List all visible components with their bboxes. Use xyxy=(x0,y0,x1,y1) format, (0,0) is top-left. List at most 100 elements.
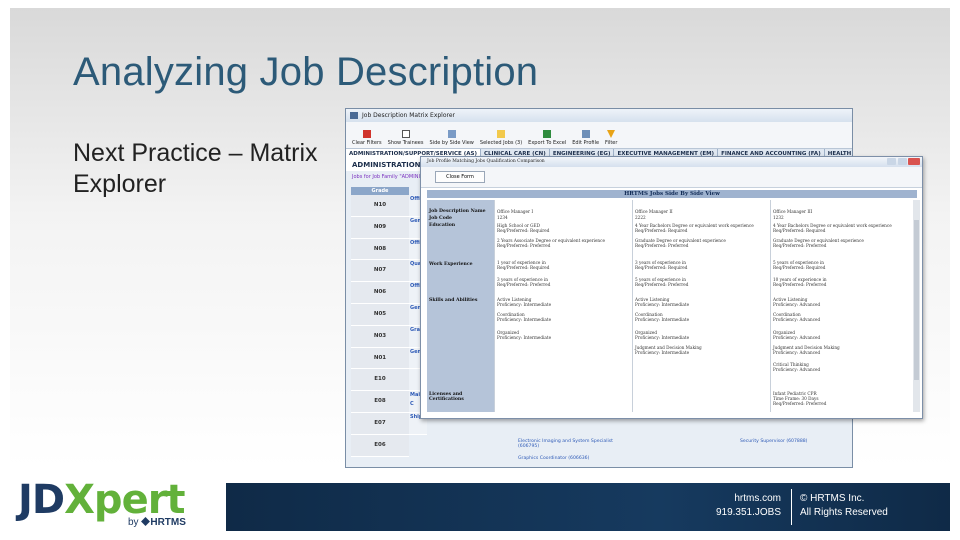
job-compare-column-2: Office Manager II 2222 4 Year Bachelors … xyxy=(632,200,771,412)
cell-text: Req/Preferred: Required xyxy=(773,265,826,270)
cell-text: Office Manager I xyxy=(497,209,534,214)
row-label: Job Code xyxy=(429,216,452,221)
selected-jobs-button[interactable]: Selected Jobs (3) xyxy=(480,130,522,148)
maximize-button[interactable] xyxy=(898,158,907,165)
excel-icon xyxy=(543,130,552,138)
cell-text: Office Manager II xyxy=(635,209,673,214)
popup-title: Job Profile Matching Jobs Qualification … xyxy=(427,159,545,164)
row-label: Skills and Abilities xyxy=(429,298,478,303)
footer-contact: hrtms.com 919.351.JOBS xyxy=(716,492,781,520)
cell-text: Office Manager III xyxy=(773,209,813,214)
job-link[interactable]: Graphics Coordinator (606636) xyxy=(518,456,589,461)
filter-button[interactable]: Filter xyxy=(605,130,617,148)
show-trainees-button[interactable]: Show Trainees xyxy=(388,130,424,148)
edit-profile-button[interactable]: Edit Profile xyxy=(572,130,599,148)
side-by-side-popup: Job Profile Matching Jobs Qualification … xyxy=(420,156,923,419)
grade-column: Grade N10 N09 N08 N07 N06 N05 N03 N01 E1… xyxy=(351,187,409,457)
grade-cell: N01 xyxy=(351,347,409,370)
popup-titlebar: Job Profile Matching Jobs Qualification … xyxy=(421,157,922,167)
vertical-scrollbar[interactable] xyxy=(913,200,920,412)
job-compare-column-1: Office Manager I 1234 High School or GED… xyxy=(494,200,633,412)
logo-jd-part: JD xyxy=(18,477,65,523)
cell-text: Proficiency: Intermediate xyxy=(635,317,690,322)
cell-text: Proficiency: Intermediate xyxy=(497,302,552,307)
app-icon xyxy=(350,112,358,119)
slide-title: Analyzing Job Description xyxy=(73,50,539,94)
filter-funnel-icon xyxy=(607,130,616,138)
cell-text: Req/Preferred: Required xyxy=(497,228,550,233)
cell-text: Req/Preferred: Preferred xyxy=(497,282,551,287)
footer-website[interactable]: hrtms.com xyxy=(716,492,781,506)
checkbox-icon xyxy=(401,130,410,138)
cell-text: Req/Preferred: Preferred xyxy=(635,243,689,248)
footer-copyright: © HRTMS Inc. All Rights Reserved xyxy=(800,492,888,520)
close-window-button[interactable] xyxy=(908,158,920,165)
row-label: Work Experience xyxy=(429,262,473,267)
footer-rights-line: All Rights Reserved xyxy=(800,507,888,518)
cell-text: Proficiency: Advanced xyxy=(773,350,821,355)
minimize-button[interactable] xyxy=(887,158,896,165)
cell-text: Proficiency: Advanced xyxy=(773,367,821,372)
cell-text: Req/Preferred: Required xyxy=(497,265,550,270)
grade-cell: E10 xyxy=(351,369,409,392)
row-label: Job Description Name xyxy=(429,209,486,214)
cell-text: Proficiency: Intermediate xyxy=(497,335,552,340)
cell-text: Proficiency: Intermediate xyxy=(635,350,690,355)
grade-cell: N09 xyxy=(351,216,409,239)
cell-text: Proficiency: Intermediate xyxy=(635,335,690,340)
selected-jobs-icon xyxy=(497,130,506,138)
grade-header: Grade xyxy=(351,187,409,195)
cell-text: Proficiency: Intermediate xyxy=(497,317,552,322)
cell-text: Req/Preferred: Required xyxy=(635,265,688,270)
popup-toolbar: Close Form xyxy=(421,167,922,188)
footer-divider xyxy=(791,489,792,525)
footer-phone: 919.351.JOBS xyxy=(715,507,781,518)
window-titlebar: Job Description Matrix Explorer xyxy=(346,109,852,122)
cell-text: Proficiency: Advanced xyxy=(773,335,821,340)
cell-text: Proficiency: Advanced xyxy=(773,317,821,322)
logo-byline: by HRTMS xyxy=(128,517,186,528)
grade-cell: N07 xyxy=(351,260,409,283)
grade-cell: E07 xyxy=(351,412,409,435)
hrtms-mark-icon xyxy=(141,517,151,526)
edit-profile-icon xyxy=(581,130,590,138)
cell-text: 2222 xyxy=(635,215,646,220)
grade-cell: N05 xyxy=(351,303,409,326)
job-compare-column-3: Office Manager III 1232 4 Year Bachelors… xyxy=(770,200,911,412)
grade-cell: N08 xyxy=(351,238,409,261)
cell-text: Req/Preferred: Required xyxy=(773,228,826,233)
cell-text: Req/Preferred: Required xyxy=(635,228,688,233)
job-link[interactable]: Security Supervisor (607888) xyxy=(740,439,807,444)
window-title: Job Description Matrix Explorer xyxy=(362,112,456,119)
side-by-side-header: HRTMS Jobs Side By Side View xyxy=(427,190,917,198)
cell-text: Req/Preferred: Preferred xyxy=(497,243,551,248)
row-label: Licenses and Certifications xyxy=(429,392,464,402)
footer-bar: hrtms.com 919.351.JOBS © HRTMS Inc. All … xyxy=(226,483,950,531)
cell-text: Req/Preferred: Preferred xyxy=(635,282,689,287)
cell-text: 1234 xyxy=(497,215,508,220)
clear-filters-icon xyxy=(362,130,371,138)
footer-copyright-line: © HRTMS Inc. xyxy=(800,493,865,504)
scrollbar-thumb[interactable] xyxy=(914,220,919,380)
side-by-side-button[interactable]: Side by Side View xyxy=(430,130,474,148)
job-link[interactable]: Electronic Imaging and System Specialist… xyxy=(518,439,628,449)
grade-cell: E06 xyxy=(351,434,409,457)
cell-text: Req/Preferred: Preferred xyxy=(773,282,827,287)
row-label: Education xyxy=(429,223,456,228)
cell-text: Req/Preferred: Preferred xyxy=(773,243,827,248)
close-form-button[interactable]: Close Form xyxy=(435,171,485,183)
job-family-line: Jobs for Job Family "ADMINIS xyxy=(352,174,424,180)
export-excel-button[interactable]: Export To Excel xyxy=(528,130,566,148)
grade-cell: E08 xyxy=(351,391,409,413)
cell-text: Req/Preferred: Preferred xyxy=(773,401,827,406)
row-label-column: Job Description Name Job Code Education … xyxy=(427,200,494,412)
clear-filters-button[interactable]: Clear Filters xyxy=(352,130,382,148)
grade-cell: N10 xyxy=(351,195,409,217)
logo-wordmark: JDXpert xyxy=(18,477,186,523)
jdxpert-logo: JDXpert by HRTMS xyxy=(18,478,218,534)
cell-text: Proficiency: Intermediate xyxy=(635,302,690,307)
side-by-side-icon xyxy=(447,130,456,138)
grade-cell: N06 xyxy=(351,282,409,304)
toolbar: Clear Filters Show Trainees Side by Side… xyxy=(346,122,852,149)
slide-subtitle: Next Practice – Matrix Explorer xyxy=(73,139,318,198)
